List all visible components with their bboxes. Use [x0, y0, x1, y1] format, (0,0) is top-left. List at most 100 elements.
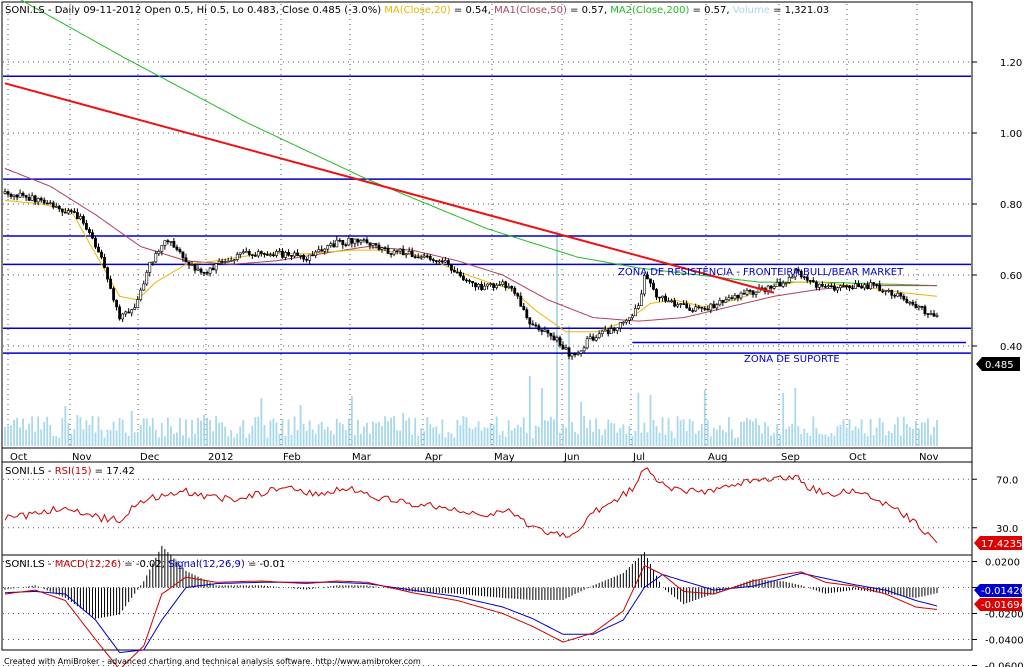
- candle-body: [585, 338, 589, 349]
- price-header: SONI.LS - Daily 09-11-2012 Open 0.5, Hi …: [5, 5, 829, 16]
- candle-body: [386, 247, 390, 254]
- candle-body: [112, 288, 115, 301]
- candle-body: [456, 271, 459, 274]
- date-tick-label: Feb: [283, 452, 301, 463]
- candle-body: [537, 325, 541, 331]
- candle-body: [643, 275, 646, 295]
- candle-body: [443, 260, 447, 263]
- candle-body: [205, 272, 209, 274]
- candle-body: [769, 285, 773, 289]
- last-price-tag: 0.485: [976, 357, 1020, 371]
- candle-body: [18, 192, 22, 198]
- candle-body: [299, 254, 302, 257]
- candle-body: [139, 289, 143, 300]
- candle-body: [655, 288, 658, 298]
- candle-body: [739, 292, 743, 299]
- macd-last-tag: -0.01420: [974, 584, 1024, 597]
- candle-body: [124, 311, 128, 315]
- candle-body: [15, 194, 19, 198]
- candle-body: [317, 249, 321, 253]
- candle-body: [824, 285, 827, 288]
- candle-body: [839, 285, 842, 289]
- candle-body: [881, 290, 885, 293]
- date-tick-label: Apr: [425, 452, 443, 463]
- candle-body: [510, 285, 514, 289]
- candle-body: [115, 299, 118, 308]
- candle-body: [860, 286, 863, 289]
- candle-body: [118, 306, 122, 320]
- candle-body: [682, 303, 686, 305]
- candle-body: [133, 307, 137, 311]
- date-tick-label: 2012: [208, 452, 233, 463]
- candle-body: [241, 251, 245, 254]
- candle-body: [130, 309, 134, 314]
- price-tick-label: 0.80: [1000, 200, 1022, 211]
- candle-body: [609, 328, 613, 335]
- price-tick-label: 1.00: [1000, 129, 1022, 140]
- candle-body: [649, 278, 652, 284]
- candle-body: [465, 279, 468, 282]
- macd-tick-label: 0.0200: [985, 558, 1020, 569]
- date-tick-label: May: [494, 452, 515, 463]
- candle-body: [278, 250, 281, 253]
- candle-body: [658, 296, 661, 299]
- candle-body: [169, 241, 173, 243]
- rsi-last-label: 17.4235: [981, 539, 1022, 550]
- candle-body: [85, 222, 88, 230]
- candle-body: [69, 210, 73, 212]
- candle-body: [697, 306, 701, 309]
- support-annotation: ZONA DE SUPORTE: [744, 354, 840, 365]
- header-part: SONI.LS -: [5, 559, 55, 570]
- candle-body: [492, 283, 496, 288]
- candle-body: [395, 250, 399, 253]
- candle-body: [226, 260, 230, 263]
- candle-body: [311, 254, 315, 257]
- candle-body: [401, 248, 405, 256]
- candle-body: [220, 261, 224, 263]
- candle-body: [368, 242, 372, 246]
- candle-body: [223, 261, 227, 263]
- candle-body: [863, 284, 867, 289]
- candle-body: [573, 353, 577, 356]
- candle-body: [24, 195, 28, 198]
- candle-body: [917, 306, 921, 309]
- candle-body: [157, 251, 161, 254]
- candle-body: [878, 284, 882, 292]
- candle-body: [787, 277, 791, 283]
- candle-body: [842, 285, 845, 287]
- candle-body: [606, 329, 610, 335]
- header-part: MA(Close,20): [384, 5, 451, 16]
- candle-body: [326, 245, 330, 250]
- candle-body: [748, 290, 752, 292]
- candle-body: [136, 299, 140, 308]
- candle-body: [356, 238, 360, 243]
- candle-body: [603, 329, 607, 332]
- candle-body: [290, 255, 293, 257]
- candle-body: [293, 252, 296, 257]
- candle-body: [66, 210, 70, 214]
- macd-tick-label: -0.0400: [985, 636, 1024, 647]
- candle-body: [199, 268, 203, 273]
- candle-body: [896, 292, 900, 297]
- candle-body: [851, 287, 854, 290]
- candle-body: [661, 295, 664, 299]
- candle-body: [314, 251, 318, 257]
- candle-body: [775, 282, 779, 287]
- candle-body: [453, 269, 456, 273]
- signal-last-tag: -0.01694: [974, 598, 1024, 611]
- candle-body: [30, 195, 34, 201]
- date-tick-label: Jun: [563, 452, 580, 463]
- candle-body: [582, 347, 586, 352]
- candle-body: [350, 237, 354, 244]
- candle-body: [184, 257, 188, 263]
- candle-body: [525, 309, 529, 318]
- candle-body: [814, 281, 818, 288]
- candle-body: [365, 239, 369, 244]
- candle-body: [232, 259, 236, 261]
- candle-body: [507, 285, 511, 288]
- candle-body: [866, 284, 870, 289]
- candle-body: [869, 282, 873, 289]
- candle-body: [501, 281, 505, 285]
- candle-body: [685, 303, 689, 309]
- candle-body: [531, 323, 535, 326]
